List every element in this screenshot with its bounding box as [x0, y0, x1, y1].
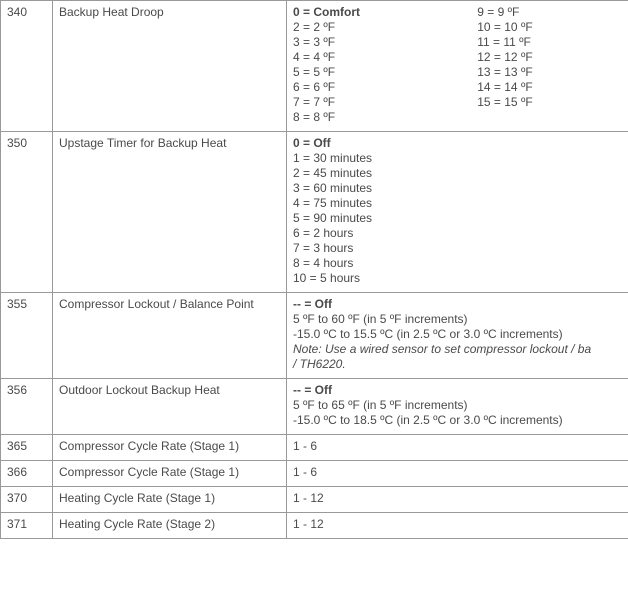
value-line: -15.0 ºC to 18.5 ºC (in 2.5 ºC or 3.0 ºC… — [293, 413, 622, 428]
row-name: Compressor Cycle Rate (Stage 1) — [53, 461, 287, 487]
value-note: Note: Use a wired sensor to set compress… — [293, 342, 622, 357]
row-name: Heating Cycle Rate (Stage 1) — [53, 487, 287, 513]
row-id: 340 — [1, 1, 53, 132]
value-text: 1 - 6 — [293, 439, 317, 453]
row-values: 1 - 12 — [287, 513, 628, 539]
row-values: -- = Off 5 ºF to 60 ºF (in 5 ºF incremen… — [287, 293, 628, 379]
row-values: 0 = Comfort 2 = 2 ºF 3 = 3 ºF 4 = 4 ºF 5… — [287, 1, 628, 132]
table-row: 365 Compressor Cycle Rate (Stage 1) 1 - … — [1, 435, 628, 461]
table-row: 356 Outdoor Lockout Backup Heat -- = Off… — [1, 379, 628, 435]
value-text: 1 - 12 — [293, 491, 324, 505]
value-line: 4 = 75 minutes — [293, 196, 622, 211]
row-id: 356 — [1, 379, 53, 435]
value-text: 1 - 12 — [293, 517, 324, 531]
value-line: 14 = 14 ºF — [477, 80, 622, 95]
value-text: 1 - 6 — [293, 465, 317, 479]
row-name: Compressor Lockout / Balance Point — [53, 293, 287, 379]
value-line: 4 = 4 ºF — [293, 50, 477, 65]
row-name: Heating Cycle Rate (Stage 2) — [53, 513, 287, 539]
row-name: Compressor Cycle Rate (Stage 1) — [53, 435, 287, 461]
row-id: 370 — [1, 487, 53, 513]
value-line: 13 = 13 ºF — [477, 65, 622, 80]
table-row: 355 Compressor Lockout / Balance Point -… — [1, 293, 628, 379]
value-line: 3 = 3 ºF — [293, 35, 477, 50]
row-name: Backup Heat Droop — [53, 1, 287, 132]
row-name: Outdoor Lockout Backup Heat — [53, 379, 287, 435]
value-head: 0 = Off — [293, 136, 622, 151]
row-values: -- = Off 5 ºF to 65 ºF (in 5 ºF incremen… — [287, 379, 628, 435]
row-values: 1 - 6 — [287, 461, 628, 487]
value-line: 11 = 11 ºF — [477, 35, 622, 50]
value-line: 6 = 6 ºF — [293, 80, 477, 95]
row-id: 355 — [1, 293, 53, 379]
value-note: / TH6220. — [293, 357, 622, 372]
table-row: 350 Upstage Timer for Backup Heat 0 = Of… — [1, 132, 628, 293]
row-values: 1 - 6 — [287, 435, 628, 461]
value-line: 5 ºF to 60 ºF (in 5 ºF increments) — [293, 312, 622, 327]
value-line: 1 = 30 minutes — [293, 151, 622, 166]
row-id: 365 — [1, 435, 53, 461]
row-values: 1 - 12 — [287, 487, 628, 513]
row-id: 366 — [1, 461, 53, 487]
value-line: 6 = 2 hours — [293, 226, 622, 241]
value-line: 5 ºF to 65 ºF (in 5 ºF increments) — [293, 398, 622, 413]
value-line: -15.0 ºC to 15.5 ºC (in 2.5 ºC or 3.0 ºC… — [293, 327, 622, 342]
table-row: 366 Compressor Cycle Rate (Stage 1) 1 - … — [1, 461, 628, 487]
value-head: 0 = Comfort — [293, 5, 477, 20]
table-row: 370 Heating Cycle Rate (Stage 1) 1 - 12 — [1, 487, 628, 513]
value-line: 7 = 3 hours — [293, 241, 622, 256]
value-line: 9 = 9 ºF — [477, 5, 622, 20]
value-line: 10 = 10 ºF — [477, 20, 622, 35]
value-line: 15 = 15 ºF — [477, 95, 622, 110]
table-row: 340 Backup Heat Droop 0 = Comfort 2 = 2 … — [1, 1, 628, 132]
value-line: 10 = 5 hours — [293, 271, 622, 286]
value-line: 2 = 2 ºF — [293, 20, 477, 35]
value-line: 2 = 45 minutes — [293, 166, 622, 181]
value-line: 8 = 4 hours — [293, 256, 622, 271]
value-head: -- = Off — [293, 383, 622, 398]
table-row: 371 Heating Cycle Rate (Stage 2) 1 - 12 — [1, 513, 628, 539]
value-line: 5 = 90 minutes — [293, 211, 622, 226]
row-id: 350 — [1, 132, 53, 293]
settings-table: 340 Backup Heat Droop 0 = Comfort 2 = 2 … — [0, 0, 628, 539]
row-name: Upstage Timer for Backup Heat — [53, 132, 287, 293]
row-values: 0 = Off 1 = 30 minutes 2 = 45 minutes 3 … — [287, 132, 628, 293]
value-line: 8 = 8 ºF — [293, 110, 477, 125]
value-line: 5 = 5 ºF — [293, 65, 477, 80]
value-head: -- = Off — [293, 297, 622, 312]
value-line: 12 = 12 ºF — [477, 50, 622, 65]
row-id: 371 — [1, 513, 53, 539]
value-line: 3 = 60 minutes — [293, 181, 622, 196]
value-line: 7 = 7 ºF — [293, 95, 477, 110]
